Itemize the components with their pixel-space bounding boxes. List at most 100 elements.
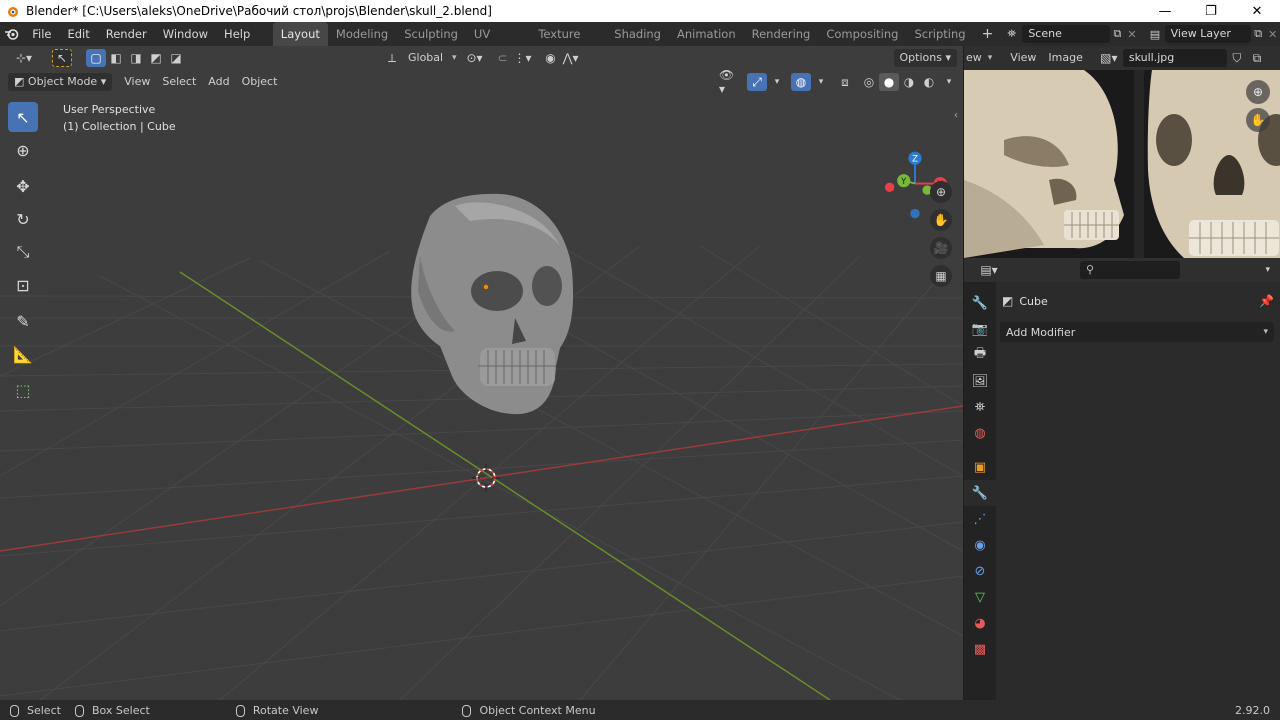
render-tab-icon[interactable]: 📷 [964,316,996,342]
properties-search-field[interactable]: ⚲ [1080,261,1180,279]
orthographic-grid-icon[interactable]: ▦ [930,265,952,287]
menu-add[interactable]: Add [202,73,235,91]
view-layer-field[interactable]: View Layer [1164,25,1251,43]
mode-new-icon[interactable]: ▢ [86,49,106,67]
texture-tab-icon[interactable]: ▩ [964,636,996,662]
material-tab-icon[interactable]: ◕ [964,610,996,636]
properties-editor[interactable]: ▤▾ ⚲ ▾ 🔧 📷 🖶 🖼 ⛯ ◍ ▣ 🔧 ⋰ ◉ ⊘ ▽ ◕ ▩ ◩ Cub… [964,258,1280,700]
remove-view-layer-icon[interactable]: ✕ [1265,28,1280,41]
constraints-tab-icon[interactable]: ⊘ [964,558,996,584]
pin-icon[interactable]: 📌 [1259,294,1274,308]
scale-tool-icon[interactable]: ⤡ [8,237,38,267]
minimize-button[interactable]: — [1142,0,1188,22]
menu-render[interactable]: Render [98,22,155,46]
transform-tool-icon[interactable]: ⊡ [8,270,38,300]
falloff-icon[interactable]: ⋀▾ [561,49,581,67]
output-tab-icon[interactable]: 🖶 [964,342,996,368]
rotate-tool-icon[interactable]: ↻ [8,204,38,234]
3d-viewport[interactable]: ⊹▾ ↖ ▢ ◧ ◨ ◩ ◪ ⟂ Global ▾ ⊙▾ ⊂ ⋮▾ ◉ ⋀▾ O… [0,46,963,700]
gizmo-toggle-icon[interactable]: ⤢ [747,73,767,91]
xray-icon[interactable]: ⧈ [835,73,855,91]
rendered-shading-icon[interactable]: ◐ [919,73,939,91]
menu-window[interactable]: Window [155,22,216,46]
transform-orientation-dropdown[interactable]: Global [402,49,452,67]
image-pan-hand-icon[interactable]: ✋ [1246,108,1270,132]
scene-tab-icon[interactable]: ⛯ [964,394,996,420]
tab-sculpting[interactable]: Sculpting [396,22,466,46]
object-mode-dropdown[interactable]: ◩ Object Mode ▾ [8,73,113,91]
view-layer-tab-icon[interactable]: 🖼 [964,368,996,394]
options-dropdown[interactable]: Options ▾ [893,49,957,67]
scene-icon[interactable]: ⛯ [1001,27,1022,41]
visibility-icon[interactable]: 👁▾ [719,68,739,96]
blender-menu-icon[interactable] [0,27,24,41]
annotate-tool-icon[interactable]: ✎ [8,306,38,336]
zoom-icon[interactable]: ⊕ [930,181,952,203]
menu-file[interactable]: File [24,22,59,46]
image-name-field[interactable]: skull.jpg [1122,49,1227,67]
remove-scene-icon[interactable]: ✕ [1125,28,1140,41]
physics-tab-icon[interactable]: ◉ [964,532,996,558]
tab-scripting[interactable]: Scripting [906,22,973,46]
properties-editor-type-icon[interactable]: ▤▾ [974,261,1004,279]
mode-subtract-icon[interactable]: ◨ [126,49,146,67]
image-editor[interactable]: ew ▾ View Image ▧▾ skull.jpg ⛉ ⧉ ⊕ ✋ [964,46,1280,258]
tab-animation[interactable]: Animation [669,22,744,46]
view-layer-icon[interactable]: ▤ [1145,28,1164,41]
snap-target-icon[interactable]: ⋮▾ [513,49,533,67]
scene-field[interactable]: Scene [1022,25,1111,43]
add-cube-tool-icon[interactable]: ⬚ [8,375,38,405]
new-scene-icon[interactable]: ⧉ [1110,27,1125,41]
menu-object[interactable]: Object [236,73,284,91]
tab-texture-paint[interactable]: Texture Paint [530,22,606,65]
tab-modeling[interactable]: Modeling [328,22,396,46]
pivot-point-icon[interactable]: ⊙▾ [465,49,485,67]
select-mode-icon[interactable]: ↖ [52,49,72,67]
tab-rendering[interactable]: Rendering [744,22,819,46]
menu-select[interactable]: Select [156,73,202,91]
select-box-tool-icon[interactable]: ↖ [8,102,38,132]
data-tab-icon[interactable]: ▽ [964,584,996,610]
sidebar-toggle-icon[interactable]: ‹ [954,110,958,121]
menu-edit[interactable]: Edit [59,22,97,46]
tab-compositing[interactable]: Compositing [818,22,906,46]
new-view-layer-icon[interactable]: ⧉ [1251,27,1266,41]
proportional-edit-icon[interactable]: ◉ [541,49,561,67]
overlay-toggle-icon[interactable]: ◍ [791,73,811,91]
add-modifier-dropdown[interactable]: Add Modifier ▾ [1000,322,1274,342]
snap-icon[interactable]: ⊂ [493,49,513,67]
world-tab-icon[interactable]: ◍ [964,420,996,446]
editor-type-icon[interactable]: ⊹▾ [8,49,40,67]
gizmo-dropdown-icon[interactable]: ▾ [767,73,787,91]
move-tool-icon[interactable]: ✥ [8,171,38,201]
image-editor-mode-dropdown[interactable]: ew [964,49,988,67]
tool-tab-icon[interactable]: 🔧 [964,290,996,316]
fake-user-shield-icon[interactable]: ⛉ [1227,49,1247,67]
material-shading-icon[interactable]: ◑ [899,73,919,91]
properties-options-chevron-icon[interactable]: ▾ [1265,265,1270,275]
particles-tab-icon[interactable]: ⋰ [964,506,996,532]
mode-extend-icon[interactable]: ◧ [106,49,126,67]
mode-intersect-icon[interactable]: ◪ [166,49,186,67]
camera-view-icon[interactable]: 🎥 [930,237,952,259]
menu-image-view[interactable]: View [1004,49,1042,67]
overlay-dropdown-icon[interactable]: ▾ [811,73,831,91]
cursor-tool-icon[interactable]: ⊕ [8,135,38,165]
image-browse-icon[interactable]: ▧▾ [1099,49,1119,67]
tab-shading[interactable]: Shading [606,22,669,46]
measure-tool-icon[interactable]: 📐 [8,339,38,369]
mode-difference-icon[interactable]: ◩ [146,49,166,67]
solid-shading-icon[interactable]: ● [879,73,899,91]
modifier-tab-icon[interactable]: 🔧 [964,480,996,506]
transform-orientation-icon[interactable]: ⟂ [382,49,402,67]
close-button[interactable]: ✕ [1234,0,1280,22]
menu-view[interactable]: View [118,73,156,91]
object-tab-icon[interactable]: ▣ [964,454,996,480]
reference-image-canvas[interactable]: ⊕ ✋ [964,70,1280,258]
menu-help[interactable]: Help [216,22,258,46]
shading-dropdown-icon[interactable]: ▾ [939,73,959,91]
viewport-scene[interactable] [0,46,963,700]
tab-uv-editing[interactable]: UV Editing [466,22,530,65]
wireframe-shading-icon[interactable]: ◎ [859,73,879,91]
pan-hand-icon[interactable]: ✋ [930,209,952,231]
